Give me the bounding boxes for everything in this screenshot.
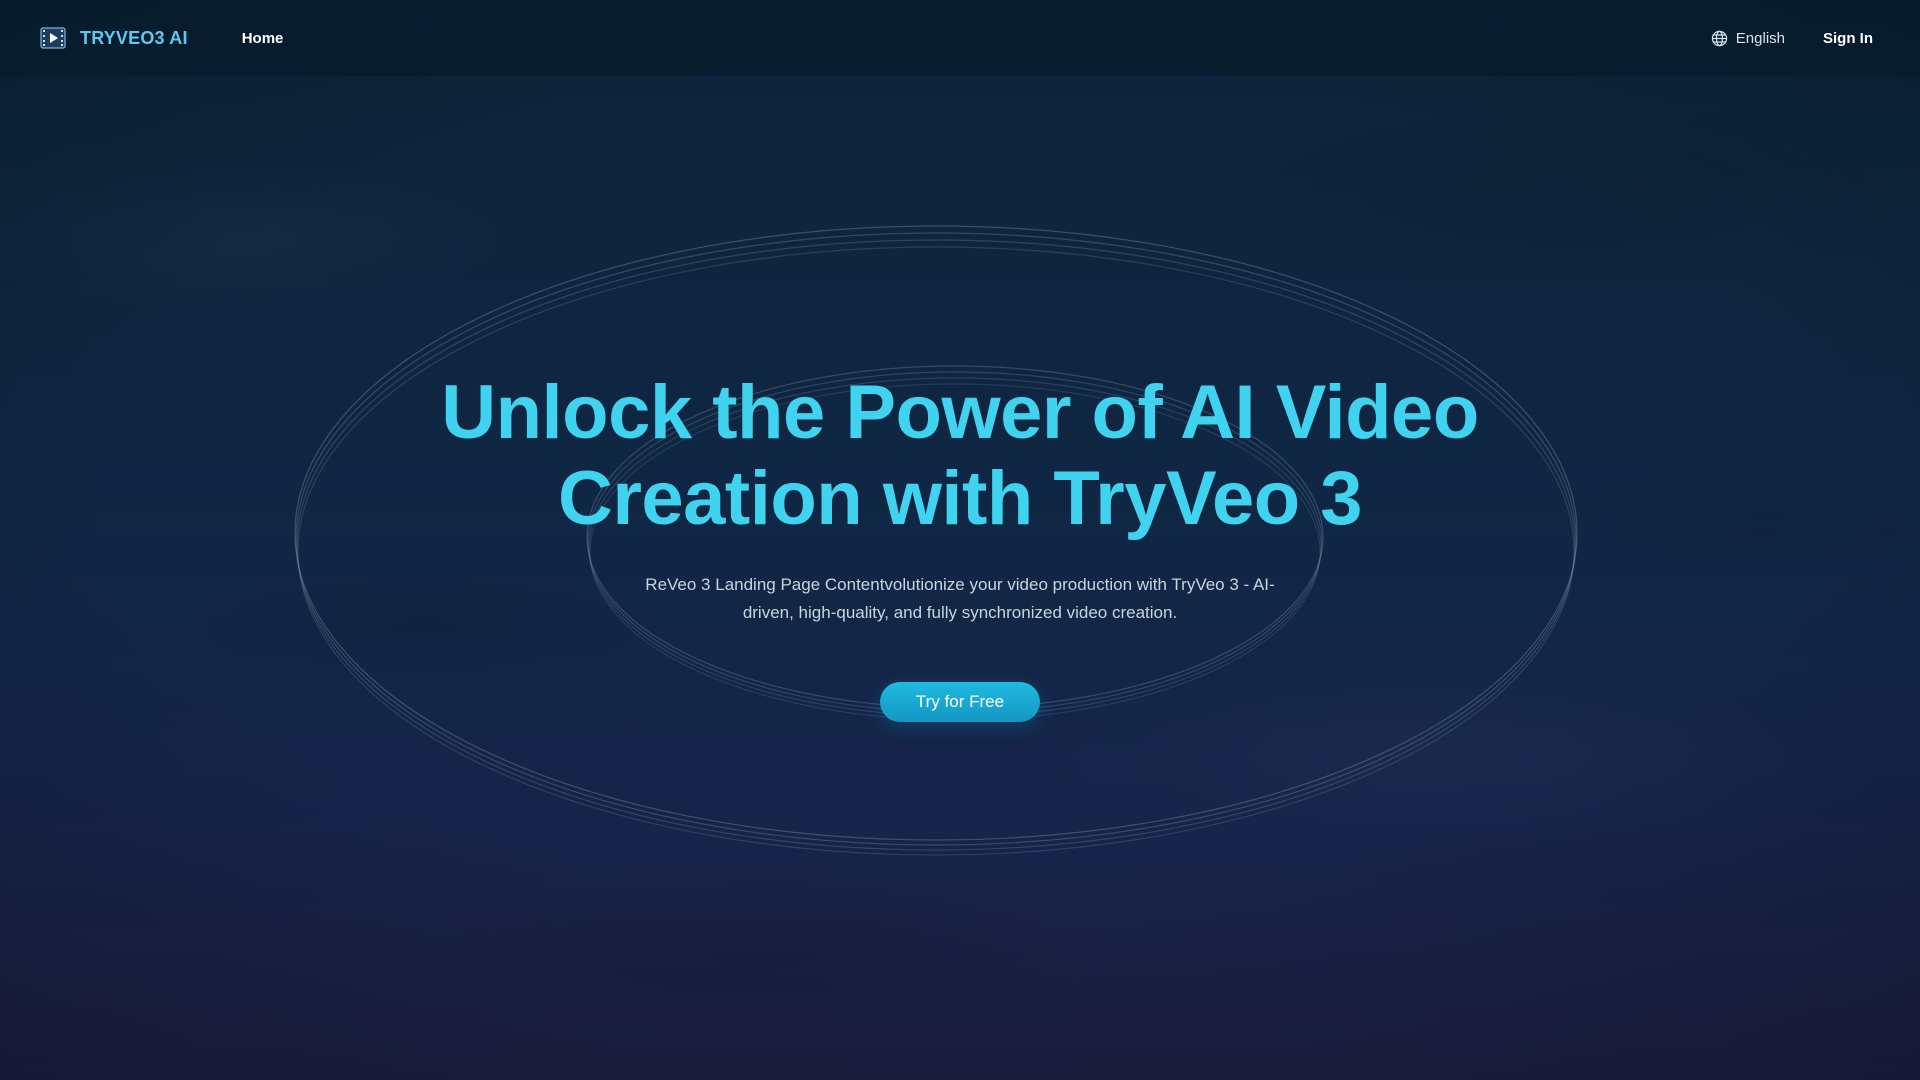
film-play-icon: [40, 27, 66, 49]
sign-in-link[interactable]: Sign In: [1823, 30, 1873, 47]
hero-section: Unlock the Power of AI Video Creation wi…: [0, 0, 1920, 1080]
top-navbar: TRYVEO3 AI Home English Sign In: [0, 0, 1920, 76]
brand-name: TRYVEO3 AI: [80, 27, 188, 48]
language-switcher[interactable]: English: [1711, 30, 1785, 47]
globe-icon: [1711, 30, 1727, 46]
brand-logo-link[interactable]: TRYVEO3 AI: [40, 26, 188, 50]
nav-home-link[interactable]: Home: [242, 30, 284, 47]
language-label: English: [1735, 29, 1785, 47]
try-for-free-button[interactable]: Try for Free: [880, 682, 1040, 722]
hero-title: Unlock the Power of AI Video Creation wi…: [0, 370, 1920, 542]
hero-title-line-2: Creation with TryVeo 3: [557, 456, 1363, 541]
hero-title-line-1: Unlock the Power of AI Video: [441, 370, 1479, 455]
nav-right-group: English Sign In: [1711, 30, 1880, 47]
hero-subtitle: ReVeo 3 Landing Page Contentvolutionize …: [645, 575, 1275, 622]
